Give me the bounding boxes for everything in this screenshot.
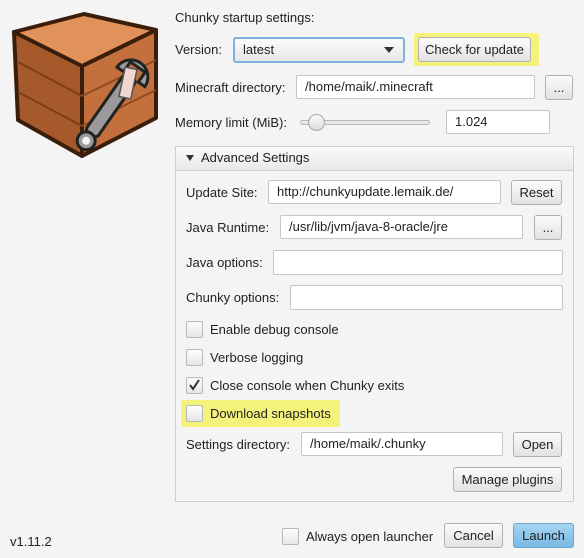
memory-limit-label: Memory limit (MiB): bbox=[175, 115, 287, 130]
java-options-label: Java options: bbox=[186, 255, 263, 270]
always-open-launcher-label: Always open launcher bbox=[306, 529, 434, 544]
manage-plugins-button[interactable]: Manage plugins bbox=[453, 467, 562, 492]
checkmark-icon bbox=[189, 379, 200, 391]
enable-debug-console-label: Enable debug console bbox=[210, 322, 339, 337]
version-select[interactable]: latest bbox=[233, 37, 405, 63]
update-site-label: Update Site: bbox=[186, 185, 258, 200]
launch-button[interactable]: Launch bbox=[513, 523, 574, 548]
close-console-checkbox[interactable] bbox=[186, 377, 203, 394]
download-snapshots-label: Download snapshots bbox=[210, 406, 331, 421]
java-options-field[interactable] bbox=[273, 250, 563, 275]
update-site-reset-button[interactable]: Reset bbox=[511, 180, 562, 205]
settings-directory-label: Settings directory: bbox=[186, 437, 291, 452]
chunky-logo bbox=[12, 12, 158, 158]
minecraft-directory-label: Minecraft directory: bbox=[175, 80, 286, 95]
close-console-label: Close console when Chunky exits bbox=[210, 378, 405, 393]
verbose-logging-label: Verbose logging bbox=[210, 350, 304, 365]
minecraft-directory-field[interactable]: /home/maik/.minecraft bbox=[296, 75, 535, 99]
version-label: Version: bbox=[175, 42, 222, 57]
download-snapshots-checkbox[interactable] bbox=[186, 405, 203, 422]
minecraft-browse-button[interactable]: ... bbox=[545, 75, 573, 100]
memory-limit-field[interactable]: 1.024 bbox=[446, 110, 550, 134]
startup-settings-title: Chunky startup settings: bbox=[175, 10, 315, 25]
always-open-launcher-checkbox[interactable] bbox=[282, 528, 299, 545]
java-runtime-browse-button[interactable]: ... bbox=[534, 215, 562, 240]
advanced-settings-title: Advanced Settings bbox=[201, 150, 310, 165]
verbose-logging-checkbox[interactable] bbox=[186, 349, 203, 366]
advanced-settings-header[interactable]: Advanced Settings bbox=[175, 146, 574, 171]
update-site-field[interactable]: http://chunkyupdate.lemaik.de/ bbox=[268, 180, 501, 204]
java-runtime-label: Java Runtime: bbox=[186, 220, 270, 235]
java-runtime-field[interactable]: /usr/lib/jvm/java-8-oracle/jre bbox=[280, 215, 523, 239]
triangle-down-icon bbox=[186, 155, 194, 161]
memory-slider-thumb[interactable] bbox=[307, 114, 325, 131]
check-for-update-button[interactable]: Check for update bbox=[418, 37, 531, 62]
chunky-options-field[interactable] bbox=[290, 285, 563, 310]
chunky-options-label: Chunky options: bbox=[186, 290, 280, 305]
app-version: v1.11.2 bbox=[10, 534, 52, 549]
enable-debug-console-checkbox[interactable] bbox=[186, 321, 203, 338]
version-select-value: latest bbox=[243, 42, 275, 57]
chevron-down-icon bbox=[384, 47, 394, 53]
open-settings-directory-button[interactable]: Open bbox=[513, 432, 562, 457]
settings-directory-field[interactable]: /home/maik/.chunky bbox=[301, 432, 503, 456]
cancel-button[interactable]: Cancel bbox=[444, 523, 503, 548]
